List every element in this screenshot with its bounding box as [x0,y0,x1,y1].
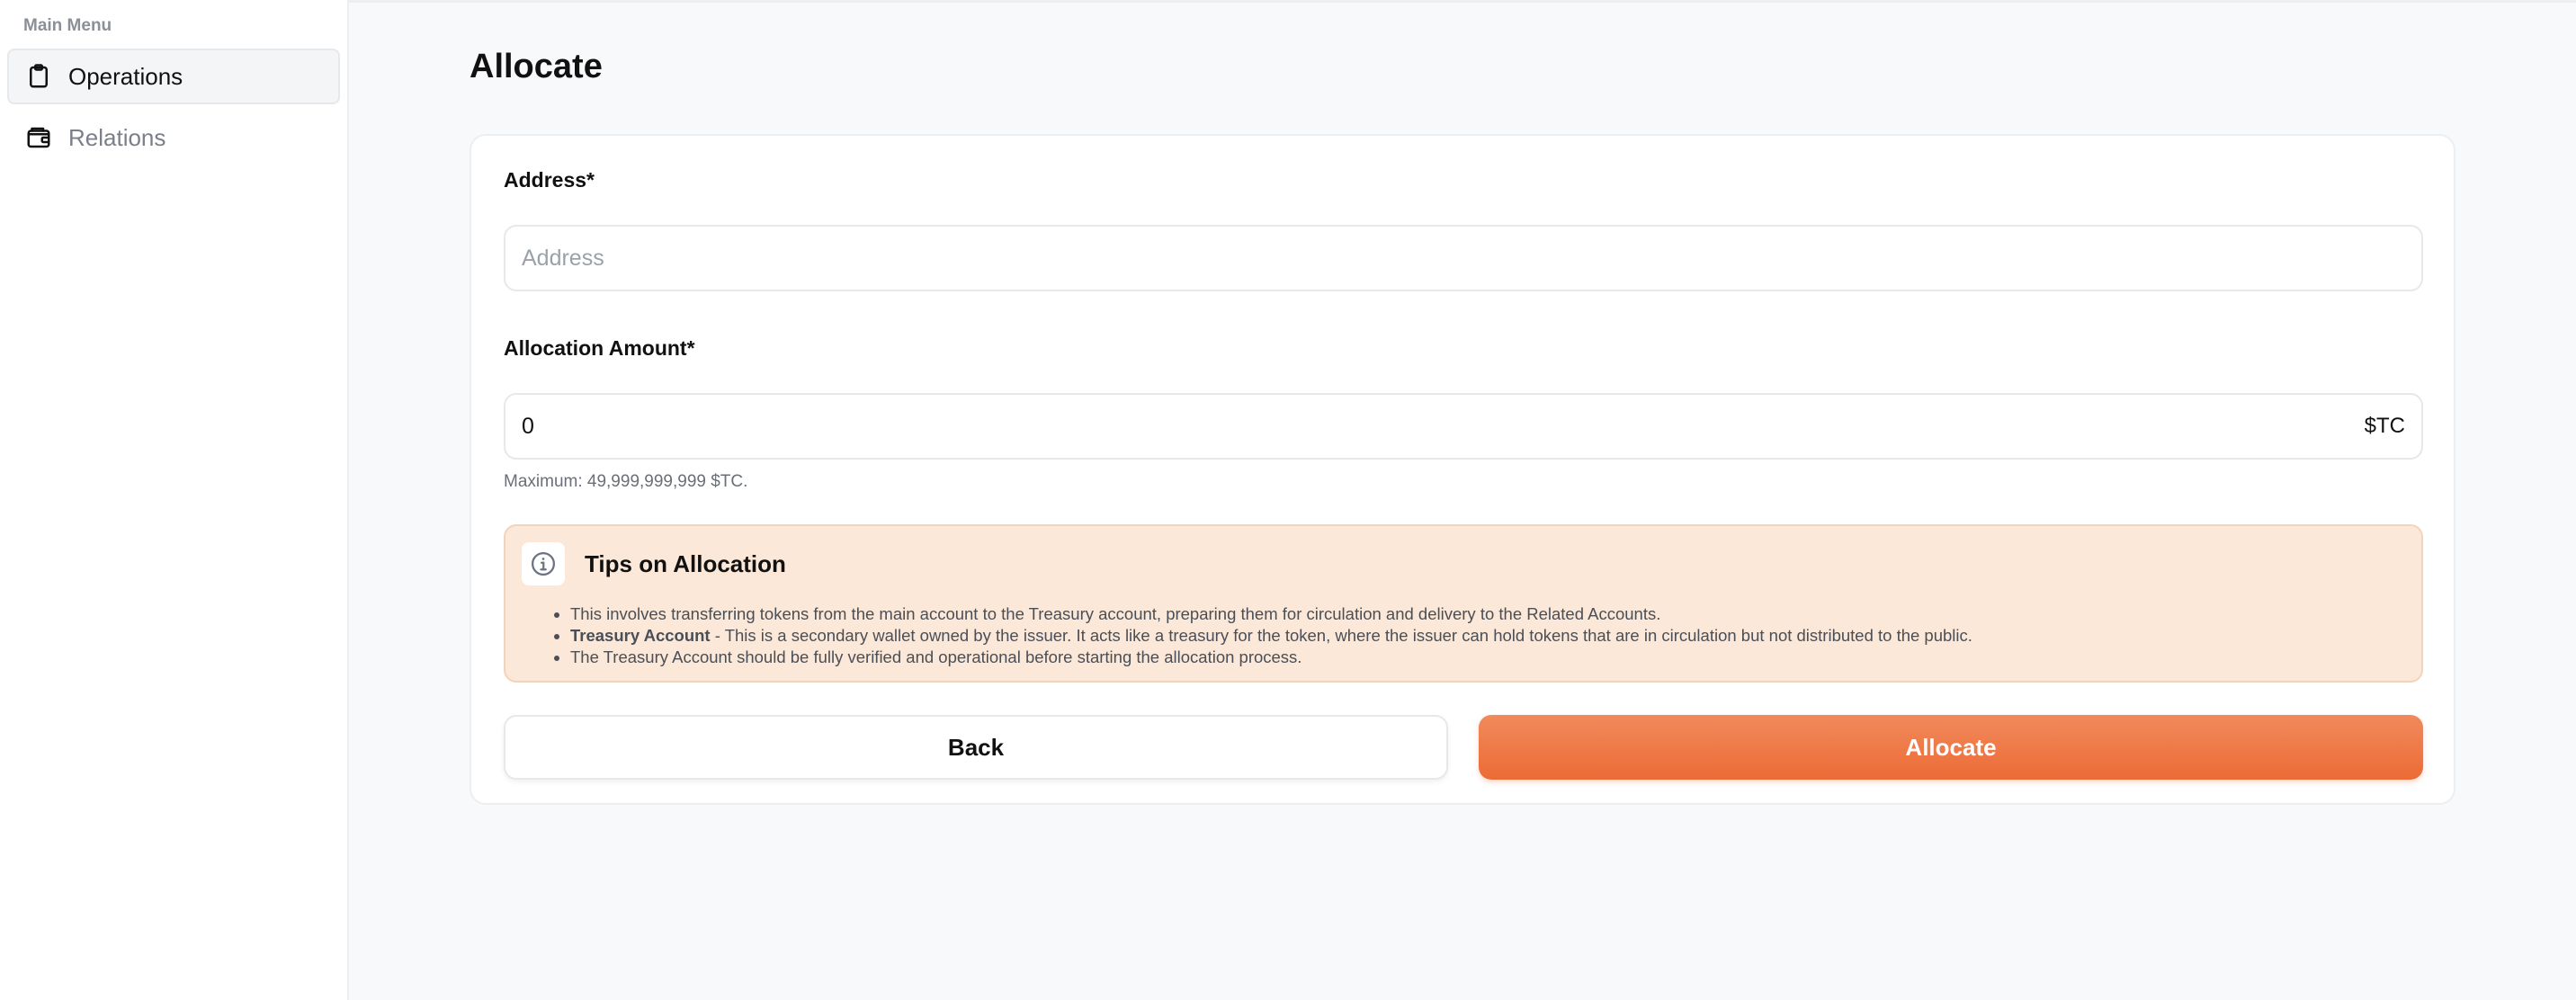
clipboard-icon [25,63,52,90]
sidebar-heading: Main Menu [23,16,112,35]
tips-title: Tips on Allocation [585,549,786,577]
allocate-form-card: Address* Allocation Amount* $TC Maximum:… [470,134,2455,805]
address-label: Address* [504,168,595,192]
info-icon [522,542,565,585]
allocation-amount-input-wrapper: $TC [504,393,2423,460]
currency-suffix: $TC [2364,414,2405,438]
app-root: Main Menu Operations Relations Allocate … [0,0,2576,1000]
allocation-amount-input[interactable] [522,413,2365,440]
back-button[interactable]: Back [504,715,1448,780]
sidebar: Main Menu Operations Relations [0,0,349,1000]
sidebar-item-label: Operations [68,62,183,90]
allocate-button[interactable]: Allocate [1479,715,2423,780]
tip-item: Treasury Account - This is a secondary w… [570,625,2405,647]
main-content: Allocate Address* Allocation Amount* $TC… [349,0,2576,1000]
sidebar-item-label: Relations [68,123,166,151]
tips-header: Tips on Allocation [522,542,2405,585]
maximum-hint: Maximum: 49,999,999,999 $TC. [504,472,748,491]
tips-list: This involves transferring tokens from t… [522,603,2405,668]
sidebar-item-relations[interactable]: Relations [7,110,340,165]
address-input[interactable] [522,245,2405,272]
wallet-icon [25,124,52,151]
tip-item: This involves transferring tokens from t… [570,603,2405,625]
tip-item: The Treasury Account should be fully ver… [570,647,2405,668]
page-title: Allocate [470,48,603,85]
address-input-wrapper [504,225,2423,291]
allocation-amount-label: Allocation Amount* [504,336,695,360]
form-actions: Back Allocate [504,715,2423,780]
tip-item-bold: Treasury Account [570,626,711,645]
sidebar-item-operations[interactable]: Operations [7,49,340,104]
tips-panel: Tips on Allocation This involves transfe… [504,524,2423,683]
